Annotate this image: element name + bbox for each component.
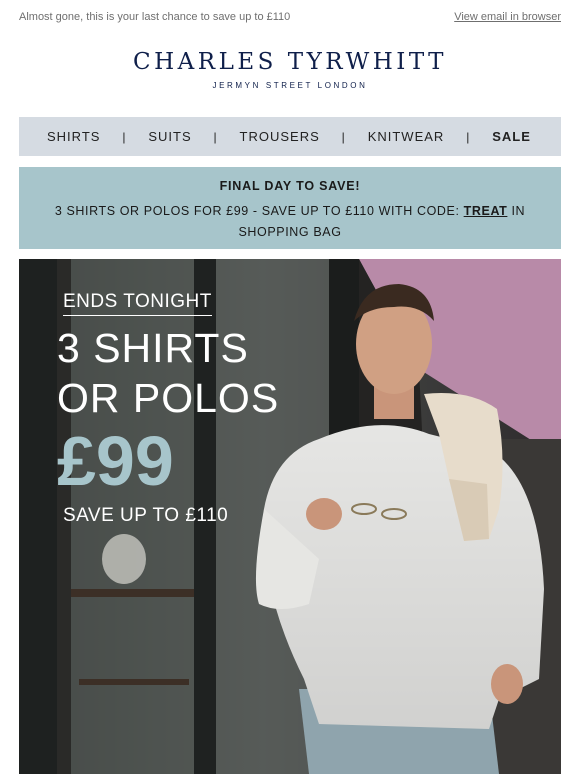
nav-separator: |: [341, 129, 346, 144]
nav-separator: |: [213, 129, 218, 144]
promo-banner[interactable]: FINAL DAY TO SAVE! 3 SHIRTS OR POLOS FOR…: [19, 167, 561, 249]
hero-price: £99: [57, 422, 174, 500]
promo-code[interactable]: TREAT: [464, 204, 508, 218]
nav-item-knitwear[interactable]: KNITWEAR: [368, 129, 445, 144]
view-in-browser-link[interactable]: View email in browser: [454, 11, 561, 23]
hero-banner[interactable]: ENDS TONIGHT 3 SHIRTS OR POLOS £99 SAVE …: [19, 259, 561, 774]
preheader-text: Almost gone, this is your last chance to…: [19, 11, 291, 23]
brand-name: CHARLES TYRWHITT: [133, 49, 447, 75]
hero-headline-line1: 3 SHIRTS: [57, 325, 249, 371]
nav-item-trousers[interactable]: TROUSERS: [240, 129, 320, 144]
promo-body: 3 SHIRTS OR POLOS FOR £99 - SAVE UP TO £…: [19, 201, 561, 243]
nav-item-suits[interactable]: SUITS: [148, 129, 191, 144]
nav-item-sale[interactable]: SALE: [492, 129, 531, 144]
nav-separator: |: [122, 129, 127, 144]
promo-body-text: 3 SHIRTS OR POLOS FOR £99 - SAVE UP TO £…: [54, 204, 464, 218]
main-nav: SHIRTS | SUITS | TROUSERS | KNITWEAR | S…: [19, 117, 561, 156]
brand-tagline: JERMYN STREET LONDON: [212, 81, 368, 90]
promo-headline: FINAL DAY TO SAVE!: [219, 179, 361, 193]
hero-headline-line2: OR POLOS: [57, 375, 280, 421]
brand-logo[interactable]: CHARLES TYRWHITT JERMYN STREET LONDON: [0, 48, 580, 90]
hero-save-text: SAVE UP TO £110: [63, 505, 229, 526]
hero-ends-tonight: ENDS TONIGHT: [63, 291, 212, 316]
nav-item-shirts[interactable]: SHIRTS: [47, 129, 100, 144]
nav-separator: |: [466, 129, 471, 144]
preheader: Almost gone, this is your last chance to…: [0, 0, 580, 34]
